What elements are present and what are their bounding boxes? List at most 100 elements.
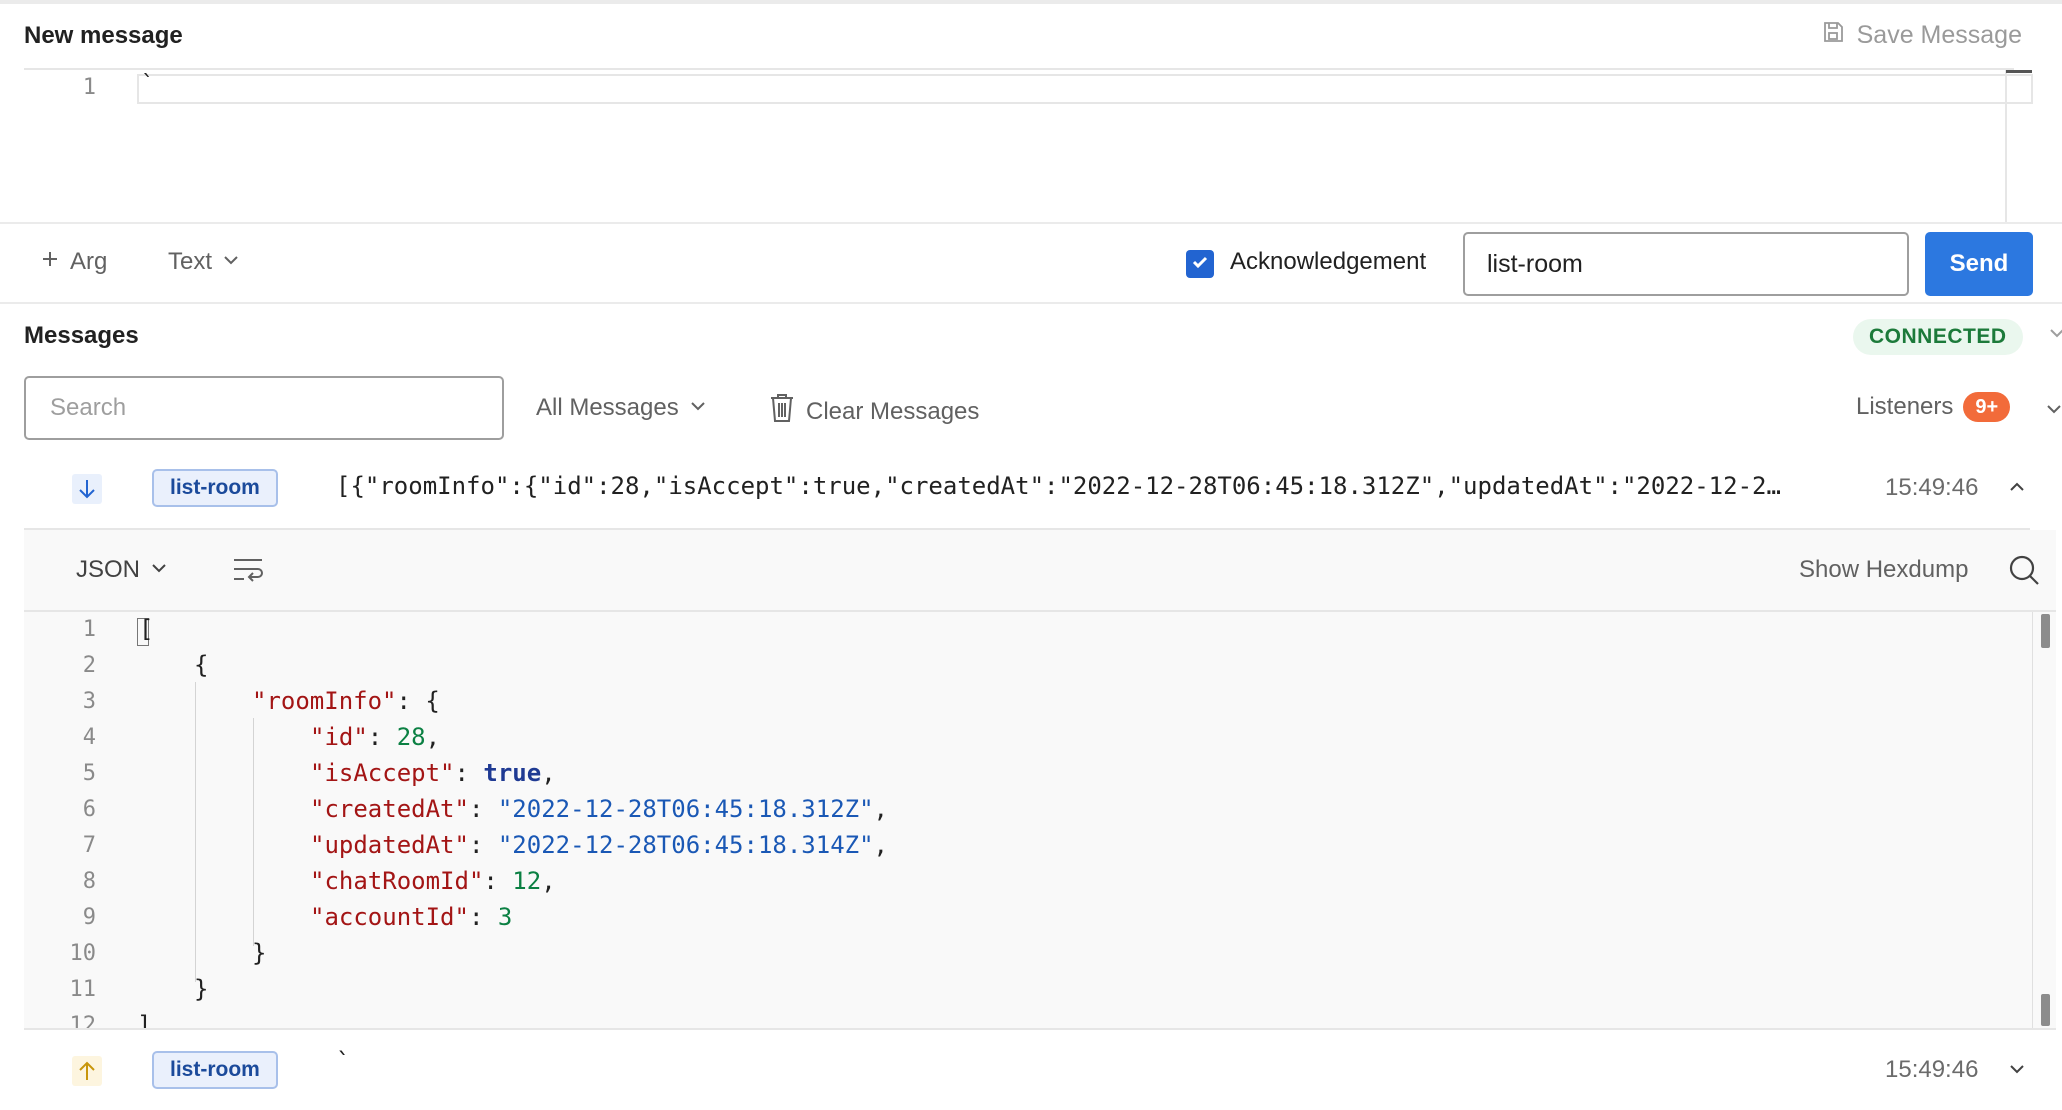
listeners-chevron-icon[interactable]: [2046, 401, 2062, 422]
connection-status-badge: CONNECTED: [1853, 319, 2023, 355]
json-number: 28: [396, 723, 426, 751]
code-line: [: [139, 615, 154, 643]
filter-label: All Messages: [536, 394, 679, 421]
message-editor[interactable]: `: [137, 72, 2033, 104]
message-preview: `: [336, 1048, 351, 1076]
code-line-number: 10: [69, 941, 97, 966]
code-line-number: 3: [82, 689, 96, 714]
chevron-down-icon: [222, 248, 240, 276]
code-line: "updatedAt": "2022-12-28T06:45:18.314Z",: [310, 831, 888, 859]
incoming-arrow-icon: [72, 474, 102, 504]
viewer-format-label: JSON: [76, 556, 141, 583]
code-line-number: 11: [69, 977, 97, 1002]
indent-guide: [195, 682, 196, 982]
message-event-tag: list-room: [152, 469, 278, 507]
word-wrap-icon[interactable]: [232, 556, 264, 589]
code-line-number: 7: [82, 833, 96, 858]
code-line-number: 5: [82, 761, 96, 786]
code-line: ]: [137, 1013, 149, 1028]
json-key: "createdAt": [310, 795, 469, 823]
message-time: 15:49:46: [1885, 474, 1979, 501]
search-input[interactable]: [24, 376, 504, 440]
code-line: "id": 28,: [310, 723, 441, 751]
viewer-scrollbar-track: [2032, 612, 2033, 1028]
code-line-number: 1: [82, 617, 96, 642]
json-boolean: true: [483, 759, 542, 787]
code-line-number: 6: [82, 797, 96, 822]
code-line: "isAccept": true,: [310, 759, 556, 787]
clear-messages-button[interactable]: Clear Messages: [768, 392, 979, 431]
code-line-number: 12: [69, 1013, 97, 1028]
code-line: "createdAt": "2022-12-28T06:45:18.312Z",: [310, 795, 888, 823]
viewer-toolbar-divider: [24, 610, 2056, 612]
acknowledgement-checkbox[interactable]: [1186, 250, 1214, 278]
code-line: }: [194, 975, 209, 1003]
indent-guide: [253, 718, 254, 946]
editor-scrollbar-thumb[interactable]: [2006, 70, 2032, 73]
chevron-down-icon: [689, 394, 707, 422]
search-icon[interactable]: [2008, 554, 2040, 591]
add-arg-button[interactable]: Arg: [40, 248, 107, 276]
save-message-button[interactable]: Save Message: [1821, 20, 2022, 51]
save-message-label: Save Message: [1856, 21, 2022, 49]
json-number: 12: [512, 867, 542, 895]
message-row[interactable]: [24, 1030, 2030, 1110]
chevron-down-icon: [150, 556, 168, 584]
listeners-count-badge: 9+: [1963, 392, 2011, 422]
code-line: }: [252, 939, 267, 967]
chevron-up-icon[interactable]: [2008, 478, 2026, 501]
json-string: "2022-12-28T06:45:18.312Z": [497, 795, 874, 823]
save-icon: [1821, 20, 1845, 51]
json-key: "roomInfo": [252, 687, 397, 715]
message-event-tag: list-room: [152, 1051, 278, 1089]
json-key: "id": [310, 723, 368, 751]
message-editor-content: `: [141, 72, 155, 97]
code-line: "roomInfo": {: [252, 687, 440, 715]
event-name-input[interactable]: [1463, 232, 1909, 296]
listeners-label: Listeners: [1856, 393, 1954, 420]
status-chevron-icon[interactable]: [2050, 326, 2062, 345]
editor-line-number: 1: [82, 75, 96, 100]
json-key: "accountId": [310, 903, 469, 931]
viewer-scrollbar-handle[interactable]: [2041, 994, 2050, 1026]
json-number: 3: [497, 903, 513, 931]
viewer-scrollbar-thumb[interactable]: [2041, 614, 2050, 648]
trash-icon: [768, 392, 796, 431]
viewer-format-dropdown[interactable]: JSON: [76, 556, 168, 584]
chevron-down-icon[interactable]: [2008, 1060, 2026, 1083]
message-time: 15:49:46: [1885, 1056, 1979, 1083]
messages-title: Messages: [24, 322, 139, 349]
top-border: [0, 0, 2062, 4]
json-key: "updatedAt": [310, 831, 469, 859]
send-button[interactable]: Send: [1925, 232, 2033, 296]
plus-icon: [40, 248, 60, 276]
code-line-number: 2: [82, 653, 96, 678]
composer-divider: [24, 68, 2014, 70]
code-line-number: 8: [82, 869, 96, 894]
json-key: "isAccept": [310, 759, 455, 787]
outgoing-arrow-icon: [72, 1056, 102, 1086]
acknowledgement-label[interactable]: Acknowledgement: [1230, 248, 1426, 276]
add-arg-label: Arg: [70, 248, 108, 275]
code-line-number: 4: [82, 725, 96, 750]
format-dropdown[interactable]: Text: [168, 248, 240, 276]
composer-title: New message: [24, 22, 183, 49]
code-line: "chatRoomId": 12,: [310, 867, 556, 895]
json-string: "2022-12-28T06:45:18.314Z": [497, 831, 874, 859]
clear-messages-label: Clear Messages: [806, 397, 980, 425]
checkmark-icon: [1190, 252, 1210, 277]
code-line: "accountId": 3: [310, 903, 513, 931]
format-label: Text: [168, 248, 213, 275]
section-divider: [0, 302, 2062, 304]
code-line-number-clip: 12: [26, 1013, 97, 1028]
composer-toolbar-divider: [0, 222, 2062, 224]
code-line-clip: ]: [137, 1013, 149, 1028]
editor-scrollbar-track: [2005, 70, 2007, 222]
code-line: {: [194, 651, 209, 679]
message-preview: [{"roomInfo":{"id":28,"isAccept":true,"c…: [336, 472, 1786, 500]
show-hexdump-button[interactable]: Show Hexdump: [1799, 556, 1968, 584]
code-line-number: 9: [82, 905, 96, 930]
json-key: "chatRoomId": [310, 867, 484, 895]
messages-filter-dropdown[interactable]: All Messages: [536, 394, 707, 422]
listeners-button[interactable]: Listeners 9+: [1856, 392, 2011, 422]
